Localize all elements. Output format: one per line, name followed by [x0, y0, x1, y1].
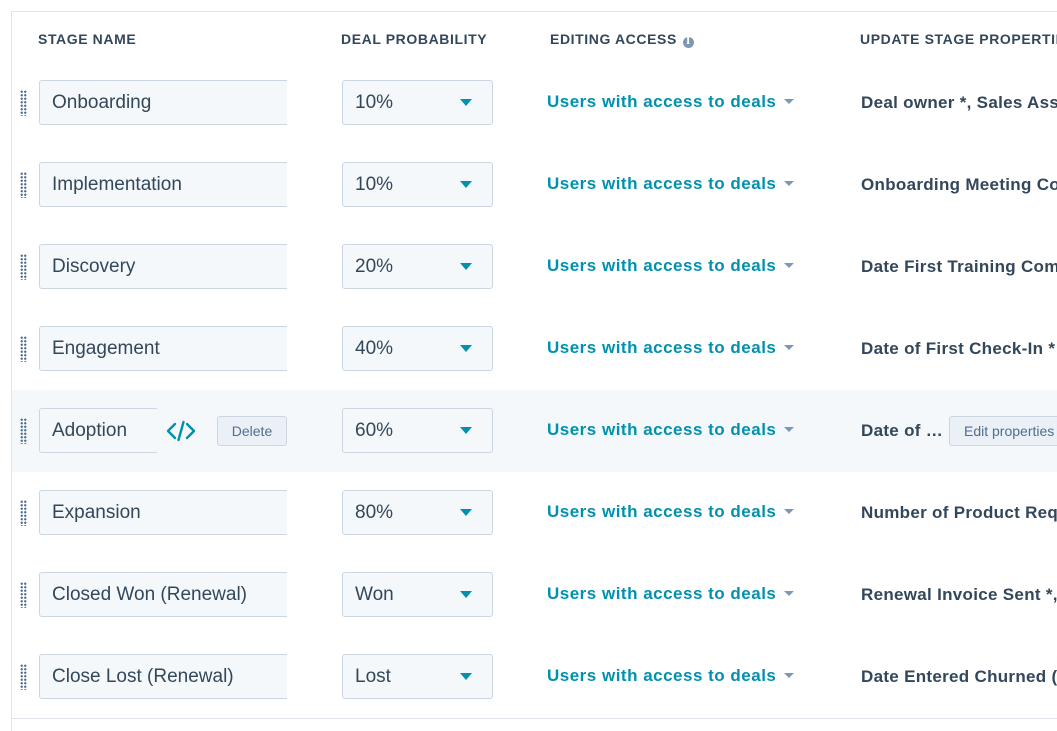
caret-down-icon: [784, 181, 795, 186]
editing-access-label: Users with access to deals: [547, 92, 777, 111]
editing-access-dropdown[interactable]: Users with access to deals: [547, 338, 795, 358]
editing-access-label: Users with access to deals: [547, 584, 777, 603]
deal-probability-value: 10%: [355, 92, 394, 113]
delete-button[interactable]: Delete: [217, 416, 287, 446]
editing-access-dropdown[interactable]: Users with access to deals: [547, 92, 795, 112]
caret-down-icon: [784, 263, 795, 268]
chevron-down-icon: [460, 99, 472, 106]
stage-properties-text: Renewal Invoice Sent *, …: [861, 585, 1057, 604]
table-row: Engagement 40% Users with access to deal…: [12, 308, 1057, 391]
caret-down-icon: [784, 99, 795, 104]
table-row-hovered: Adoption Delete 60% Users with access to…: [12, 390, 1057, 473]
editing-access-label: Users with access to deals: [547, 420, 777, 439]
drag-handle-icon[interactable]: [20, 664, 27, 690]
deal-probability-value: 60%: [355, 420, 394, 441]
drag-handle-icon[interactable]: [20, 336, 27, 362]
editing-access-dropdown[interactable]: Users with access to deals: [547, 420, 795, 440]
caret-down-icon: [784, 673, 795, 678]
chevron-down-icon: [460, 427, 472, 434]
editing-access-dropdown[interactable]: Users with access to deals: [547, 666, 795, 686]
deal-probability-select[interactable]: 10%: [342, 80, 493, 125]
stage-name-input[interactable]: Engagement: [39, 326, 287, 371]
stage-name-input[interactable]: Onboarding: [39, 80, 287, 125]
editing-access-label: Users with access to deals: [547, 502, 777, 521]
drag-handle-icon[interactable]: [20, 582, 27, 608]
drag-handle-icon[interactable]: [20, 418, 27, 444]
editing-access-label: Users with access to deals: [547, 174, 777, 193]
deal-probability-value: Lost: [355, 666, 391, 687]
editing-access-dropdown[interactable]: Users with access to deals: [547, 256, 795, 276]
drag-handle-icon[interactable]: [20, 254, 27, 280]
header-deal-probability: DEAL PROBABILITY: [341, 31, 488, 47]
edit-properties-button[interactable]: Edit properties: [949, 416, 1057, 446]
caret-down-icon: [784, 427, 795, 432]
deal-probability-value: 40%: [355, 338, 394, 359]
table-row: Close Lost (Renewal) Lost Users with acc…: [12, 636, 1057, 719]
deal-probability-select[interactable]: 40%: [342, 326, 493, 371]
drag-handle-icon[interactable]: [20, 172, 27, 198]
table-row: Implementation 10% Users with access to …: [12, 144, 1057, 227]
chevron-down-icon: [460, 673, 472, 680]
deal-probability-select[interactable]: Lost: [342, 654, 493, 699]
drag-handle-icon[interactable]: [20, 90, 27, 116]
caret-down-icon: [784, 345, 795, 350]
editing-access-label: Users with access to deals: [547, 338, 777, 357]
stage-name-input[interactable]: Adoption: [39, 408, 157, 453]
drag-handle-icon[interactable]: [20, 500, 27, 526]
editing-access-label: Users with access to deals: [547, 256, 777, 275]
stage-properties-text: Onboarding Meeting Co…: [861, 175, 1057, 194]
deal-probability-value: 10%: [355, 174, 394, 195]
chevron-down-icon: [460, 591, 472, 598]
stage-name-input[interactable]: Closed Won (Renewal): [39, 572, 287, 617]
table-row: Discovery 20% Users with access to deals…: [12, 226, 1057, 309]
deal-probability-value: 20%: [355, 256, 394, 277]
deal-probability-value: 80%: [355, 502, 394, 523]
table-row: Expansion 80% Users with access to deals…: [12, 472, 1057, 555]
stage-properties-text: Date First Training Comp: [861, 257, 1057, 276]
deal-probability-value: Won: [355, 584, 394, 605]
table-header: STAGE NAME DEAL PROBABILITY EDITING ACCE…: [12, 12, 1057, 63]
editing-access-dropdown[interactable]: Users with access to deals: [547, 174, 795, 194]
caret-down-icon: [784, 509, 795, 514]
stage-properties-text: Number of Product Requ: [861, 503, 1057, 522]
header-stage-name: STAGE NAME: [38, 31, 137, 47]
stage-properties-text: Date of …: [861, 421, 944, 440]
editing-access-dropdown[interactable]: Users with access to deals: [547, 584, 795, 604]
header-update-stage-properties: UPDATE STAGE PROPERTIES: [860, 31, 1057, 47]
caret-down-icon: [784, 591, 795, 596]
table-row: Closed Won (Renewal) Won Users with acce…: [12, 554, 1057, 637]
editing-access-label: Users with access to deals: [547, 666, 777, 685]
chevron-down-icon: [460, 181, 472, 188]
chevron-down-icon: [460, 263, 472, 270]
info-icon[interactable]: i: [682, 37, 694, 48]
code-icon[interactable]: [166, 419, 196, 443]
stage-properties-text: Date Entered Churned (C: [861, 667, 1057, 686]
deal-probability-select[interactable]: 80%: [342, 490, 493, 535]
stage-name-input[interactable]: Close Lost (Renewal): [39, 654, 287, 699]
deal-probability-select[interactable]: Won: [342, 572, 493, 617]
stage-name-input[interactable]: Expansion: [39, 490, 287, 535]
deal-probability-select[interactable]: 60%: [342, 408, 493, 453]
stage-properties-text: Date of First Check-In * …: [861, 339, 1057, 358]
stage-name-input[interactable]: Implementation: [39, 162, 287, 207]
editing-access-dropdown[interactable]: Users with access to deals: [547, 502, 795, 522]
chevron-down-icon: [460, 509, 472, 516]
deal-probability-select[interactable]: 20%: [342, 244, 493, 289]
chevron-down-icon: [460, 345, 472, 352]
pipeline-stages-table: STAGE NAME DEAL PROBABILITY EDITING ACCE…: [11, 11, 1057, 731]
header-editing-access: EDITING ACCESS i: [550, 31, 694, 48]
stage-properties-text: Deal owner *, Sales Assis: [861, 93, 1057, 112]
stage-name-input[interactable]: Discovery: [39, 244, 287, 289]
header-editing-access-label: EDITING ACCESS: [550, 31, 677, 47]
deal-probability-select[interactable]: 10%: [342, 162, 493, 207]
table-row: Onboarding 10% Users with access to deal…: [12, 62, 1057, 145]
